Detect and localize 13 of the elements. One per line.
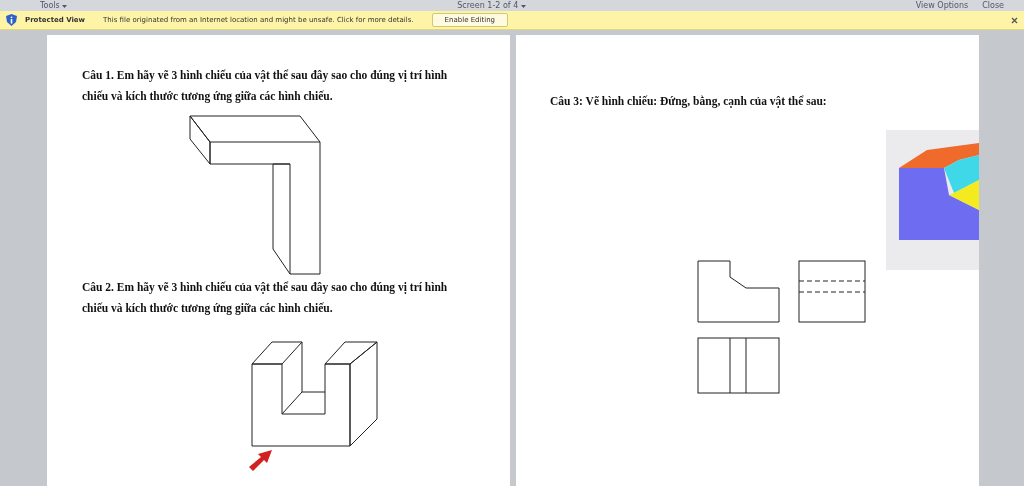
side-view-drawing: [798, 260, 866, 323]
close-icon[interactable]: [1011, 16, 1018, 24]
toolbar-button[interactable]: View Options: [915, 0, 969, 11]
toolbar-button[interactable]: Close: [982, 0, 1004, 11]
pointer-arrow-icon: [249, 450, 272, 471]
shield-info-icon: [6, 14, 17, 26]
question-text: Câu 3: Vẽ hình chiếu: Đứng, bằng, cạnh của vật thể sau:: [550, 94, 828, 110]
screen-selector[interactable]: Screen 1-2 of 4: [457, 0, 526, 11]
caret-icon: [520, 5, 526, 8]
question-text: Câu 1. Em hãy vẽ 3 hình chiếu của vật thể sau đây sao cho đúng vị trí hình chiếu và kích thước tương ứng giữa các hình chiếu.: [82, 68, 449, 105]
question-text: Câu 2. Em hãy vẽ 3 hình chiếu của vật thể sau đây sao cho đúng vị trí hình chiếu và kích thước tương ứng giữa các hình chiếu.: [82, 280, 449, 317]
toolbar-menu[interactable]: Tools: [40, 0, 68, 11]
caret-icon: [62, 5, 68, 8]
